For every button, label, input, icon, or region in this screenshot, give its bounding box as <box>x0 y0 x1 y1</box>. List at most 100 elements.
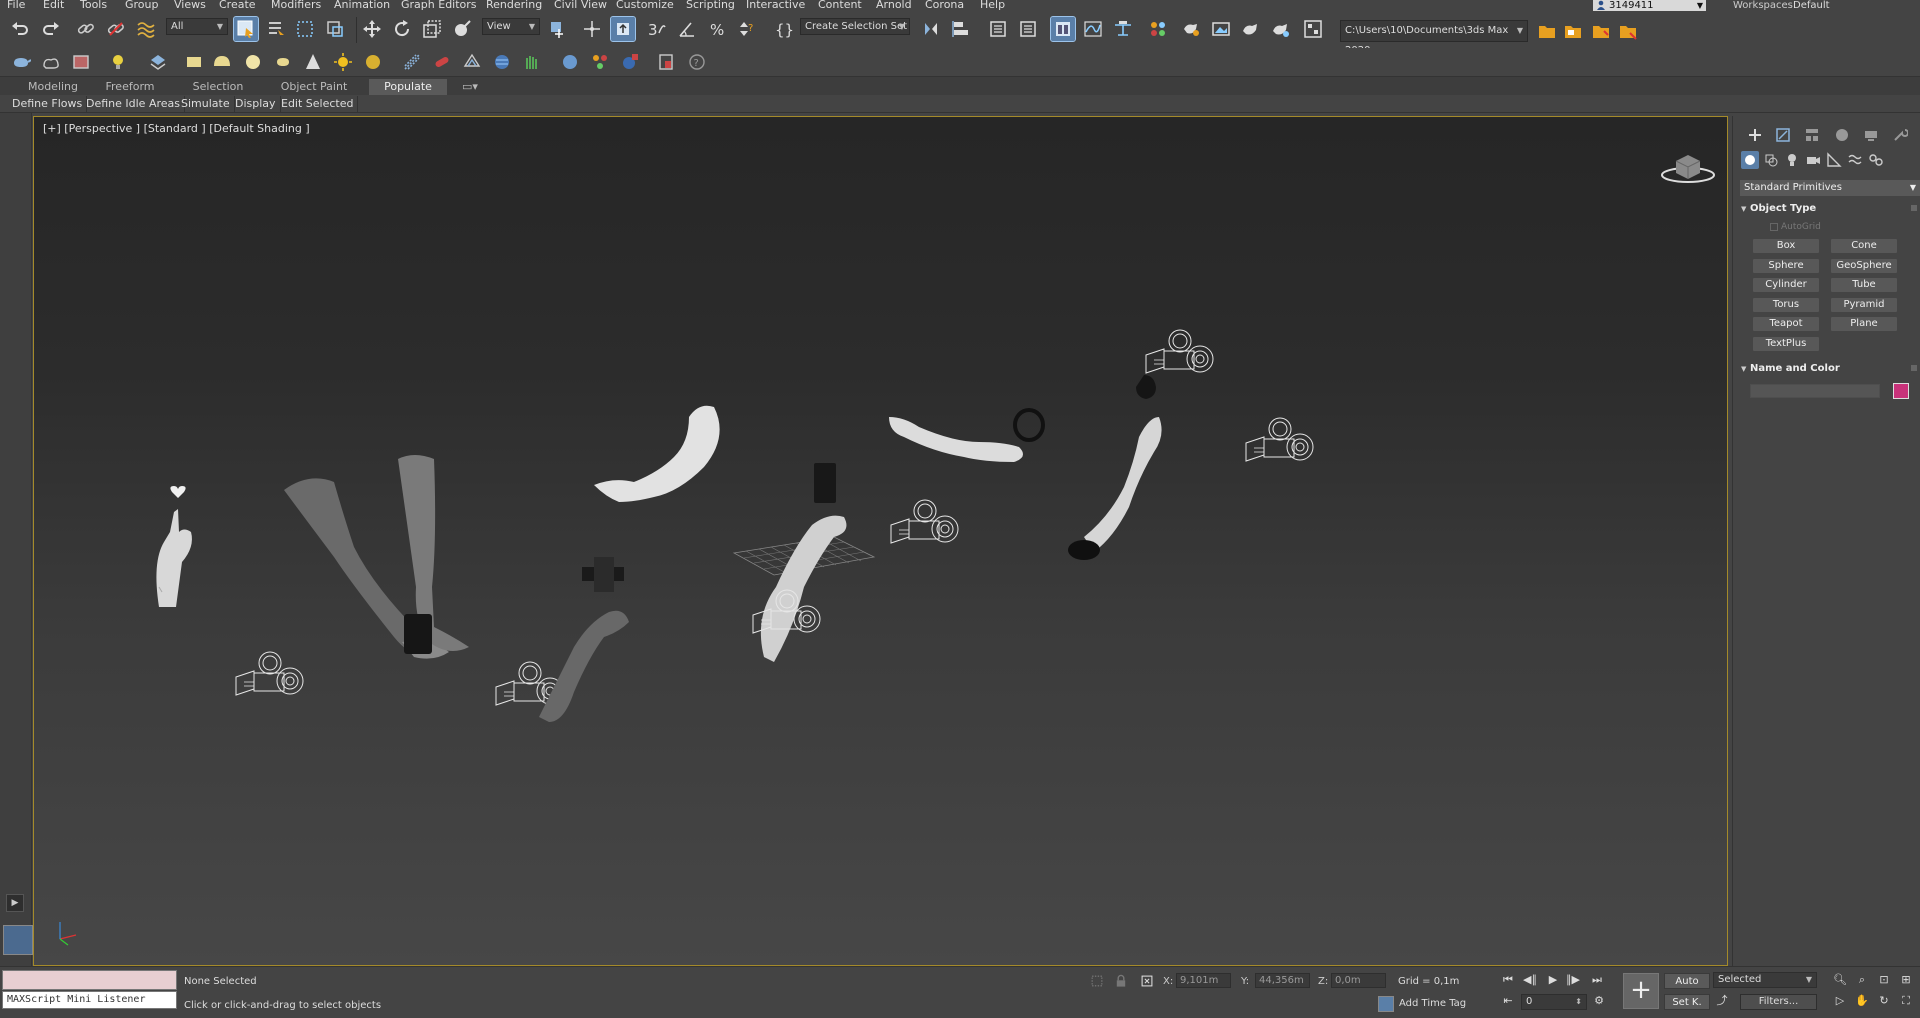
place-icon[interactable] <box>450 17 474 41</box>
systems-icon[interactable] <box>1867 151 1885 169</box>
hierarchy-tab-icon[interactable] <box>1803 126 1821 144</box>
material-assign-icon[interactable] <box>618 50 642 74</box>
orbit-icon[interactable]: ↻ <box>1876 993 1892 1009</box>
viewport-label[interactable]: [+] [Perspective ] [Standard ] [Default … <box>43 122 310 135</box>
viewcube-icon[interactable] <box>1660 145 1716 185</box>
spinner-snap-icon[interactable]: ? <box>735 17 759 41</box>
material-sphere-icon[interactable] <box>558 50 582 74</box>
project-settings-icon[interactable] <box>1616 19 1640 43</box>
menu-arnold[interactable]: Arnold <box>876 0 912 10</box>
tab-populate[interactable]: Populate <box>369 79 447 95</box>
zoom-extents-icon[interactable]: ⊡ <box>1876 972 1892 988</box>
menu-interactive[interactable]: Interactive <box>746 0 805 10</box>
define-idle-areas-button[interactable]: Define Idle Areas <box>86 96 185 112</box>
angle-snap-icon[interactable] <box>675 17 699 41</box>
select-by-name-icon[interactable] <box>264 17 288 41</box>
menu-help[interactable]: Help <box>980 0 1005 10</box>
environment-icon[interactable] <box>39 50 63 74</box>
helpers-icon[interactable] <box>1825 151 1843 169</box>
space-warps-icon[interactable] <box>1846 151 1864 169</box>
open-project-icon[interactable] <box>1561 19 1585 43</box>
menu-customize[interactable]: Customize <box>616 0 674 10</box>
absolute-mode-transform-icon[interactable] <box>1138 972 1156 990</box>
move-icon[interactable] <box>360 17 384 41</box>
viewport-layout-thumbnail[interactable] <box>3 925 33 955</box>
box-button[interactable]: Box <box>1753 239 1819 253</box>
select-object-icon[interactable] <box>233 16 259 42</box>
corona-icon[interactable] <box>654 50 678 74</box>
selection-lock-icon[interactable] <box>1112 972 1130 990</box>
schematic-view-icon[interactable] <box>1111 17 1135 41</box>
sphere-primitive-icon[interactable] <box>241 50 265 74</box>
hand-model-4[interactable] <box>539 557 629 722</box>
maximize-viewport-icon[interactable]: ⛶ <box>1898 993 1914 1009</box>
mirror-icon[interactable] <box>919 17 943 41</box>
y-coord-field[interactable]: 44,356m <box>1255 973 1310 988</box>
primitive-category-dropdown[interactable]: Standard Primitives ▼ <box>1740 180 1920 196</box>
menu-tools[interactable]: Tools <box>80 0 107 10</box>
menu-group[interactable]: Group <box>125 0 159 10</box>
select-and-manipulate-icon[interactable] <box>580 17 604 41</box>
zoom-extents-all-icon[interactable]: ⊞ <box>1898 972 1914 988</box>
pyramid-button[interactable]: Pyramid <box>1831 298 1897 312</box>
modify-tab-icon[interactable] <box>1774 126 1792 144</box>
tab-object-paint[interactable]: Object Paint <box>270 79 358 95</box>
bind-space-warp-icon[interactable] <box>134 17 158 41</box>
motion-tab-icon[interactable] <box>1833 126 1851 144</box>
save-project-icon[interactable] <box>1589 19 1613 43</box>
torus-button[interactable]: Torus <box>1753 298 1819 312</box>
maxscript-input-field[interactable] <box>2 970 177 990</box>
teapot-icon[interactable] <box>9 50 33 74</box>
sphere-button[interactable]: Sphere <box>1753 259 1819 273</box>
time-configuration-icon[interactable]: ⚙ <box>1591 993 1607 1009</box>
set-key-button[interactable]: Set K. <box>1664 994 1710 1010</box>
play-icon[interactable]: ▶ <box>1545 972 1561 988</box>
cylinder-button[interactable]: Cylinder <box>1753 278 1819 292</box>
menu-animation[interactable]: Animation <box>334 0 390 10</box>
plane-button[interactable]: Plane <box>1831 317 1897 331</box>
menu-edit[interactable]: Edit <box>43 0 64 10</box>
next-frame-icon[interactable]: ∥▶︎ <box>1565 972 1581 988</box>
hand-model-7[interactable] <box>889 408 1045 462</box>
isolate-selection-icon[interactable] <box>1088 972 1106 990</box>
help-icon[interactable]: ? <box>685 50 709 74</box>
project-folder-icon[interactable] <box>1535 19 1559 43</box>
multi-material-icon[interactable] <box>588 50 612 74</box>
menu-rendering[interactable]: Rendering <box>486 0 542 10</box>
object-color-swatch[interactable] <box>1893 383 1909 399</box>
ribbon-options-icon[interactable]: ▭▾ <box>456 79 484 95</box>
camera-6[interactable] <box>1245 417 1314 462</box>
textplus-button[interactable]: TextPlus <box>1753 337 1819 351</box>
key-filter-dropdown[interactable]: Selected ▼ <box>1713 972 1817 988</box>
menu-civil-view[interactable]: Civil View <box>554 0 607 10</box>
hand-model-1[interactable] <box>156 486 192 607</box>
project-folder-dropdown[interactable]: C:\Users\10\Documents\3ds Max 2020▼ <box>1340 20 1528 56</box>
cameras-icon[interactable] <box>1804 151 1822 169</box>
curve-editor-icon[interactable] <box>1081 17 1105 41</box>
menu-corona[interactable]: Corona <box>925 0 964 10</box>
field-of-view-icon[interactable]: ▷ <box>1832 993 1848 1009</box>
render-setup-icon[interactable] <box>1179 17 1203 41</box>
z-coord-field[interactable]: 0,0m <box>1331 973 1386 988</box>
camera-1[interactable] <box>235 651 304 696</box>
autogrid-checkbox[interactable]: AutoGrid <box>1770 222 1821 232</box>
name-and-color-rollout-header[interactable]: ▼ Name and Color <box>1740 362 1920 376</box>
auto-key-button[interactable]: Auto <box>1664 973 1710 989</box>
hand-model-3[interactable] <box>398 455 469 654</box>
scene-explorer-icon[interactable] <box>986 17 1010 41</box>
camera-5[interactable] <box>1145 329 1214 374</box>
object-name-field[interactable] <box>1750 384 1880 398</box>
edit-named-selection-icon[interactable]: {} <box>772 17 796 41</box>
material-editor-icon[interactable] <box>1146 17 1170 41</box>
set-key-big-button[interactable]: + <box>1623 973 1659 1009</box>
utilities-tab-icon[interactable] <box>1891 126 1909 144</box>
teapot-primitive-icon[interactable] <box>271 50 295 74</box>
unwrap-icon[interactable] <box>146 50 170 74</box>
geometry-icon[interactable] <box>1741 151 1759 169</box>
rectangular-selection-icon[interactable] <box>293 17 317 41</box>
tab-freeform[interactable]: Freeform <box>94 79 166 95</box>
window-crossing-icon[interactable] <box>323 17 347 41</box>
zoom-all-icon[interactable]: ⌕ <box>1854 972 1870 988</box>
geosphere-button[interactable]: GeoSphere <box>1831 259 1897 273</box>
scale-icon[interactable] <box>420 17 444 41</box>
